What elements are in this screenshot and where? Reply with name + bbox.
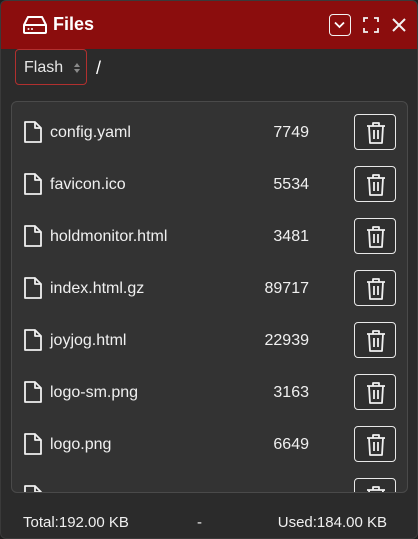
file-row[interactable]: joyjog.html 22939 xyxy=(12,310,407,362)
file-name[interactable]: index.html.gz xyxy=(50,280,144,298)
file-icon xyxy=(23,328,43,357)
file-size: 7749 xyxy=(273,124,309,141)
delete-file-button[interactable] xyxy=(354,114,396,150)
drive-icon xyxy=(23,15,47,35)
file-row[interactable]: config.yaml 7749 xyxy=(12,102,407,154)
window-title: Files xyxy=(53,14,95,34)
file-name[interactable]: config.yaml xyxy=(50,124,131,142)
file-icon xyxy=(23,172,43,201)
storage-select-value: Flash xyxy=(24,59,64,76)
storage-footer: Total:192.00 KB - Used:184.00 KB xyxy=(1,501,417,538)
file-name[interactable]: logo-sm.png xyxy=(50,384,138,402)
delete-file-button[interactable] xyxy=(354,218,396,254)
file-size: 6649 xyxy=(273,436,309,453)
file-size: 5534 xyxy=(273,176,309,193)
file-icon xyxy=(23,380,43,409)
delete-file-button[interactable] xyxy=(354,374,396,410)
file-size: 89717 xyxy=(264,280,310,297)
file-icon xyxy=(23,432,43,461)
file-icon xyxy=(23,276,43,305)
delete-file-button[interactable] xyxy=(354,478,396,492)
file-row[interactable] xyxy=(12,466,407,492)
footer-separator: - xyxy=(197,514,202,531)
select-arrows-icon xyxy=(73,61,81,79)
file-row[interactable]: holdmonitor.html 3481 xyxy=(12,206,407,258)
file-row[interactable]: index.html.gz 89717 xyxy=(12,258,407,310)
total-storage: Total:192.00 KB xyxy=(23,514,129,531)
storage-select[interactable]: Flash xyxy=(15,49,87,85)
files-panel: Files Flash / config.yaml 7749 favicon.ico… xyxy=(0,0,418,539)
maximize-button[interactable] xyxy=(361,14,383,36)
toolbar: Flash / xyxy=(1,49,417,99)
file-size: 3163 xyxy=(273,384,309,401)
file-name[interactable]: holdmonitor.html xyxy=(50,228,167,246)
collapse-button[interactable] xyxy=(329,14,351,36)
file-icon xyxy=(23,120,43,149)
titlebar: Files xyxy=(1,1,417,49)
file-name[interactable]: logo.png xyxy=(50,436,111,454)
file-size: 3481 xyxy=(273,228,309,245)
file-row[interactable]: logo.png 6649 xyxy=(12,414,407,466)
file-name[interactable]: favicon.ico xyxy=(50,176,126,194)
file-size: 22939 xyxy=(264,332,310,349)
file-name[interactable]: joyjog.html xyxy=(50,332,126,350)
current-path: / xyxy=(96,58,102,78)
file-list[interactable]: config.yaml 7749 favicon.ico 5534 holdmonito… xyxy=(11,101,408,493)
file-icon xyxy=(23,484,43,492)
delete-file-button[interactable] xyxy=(354,426,396,462)
close-button[interactable] xyxy=(389,14,411,36)
delete-file-button[interactable] xyxy=(354,322,396,358)
delete-file-button[interactable] xyxy=(354,166,396,202)
delete-file-button[interactable] xyxy=(354,270,396,306)
file-row[interactable]: logo-sm.png 3163 xyxy=(12,362,407,414)
file-row[interactable]: favicon.ico 5534 xyxy=(12,154,407,206)
file-icon xyxy=(23,224,43,253)
used-storage: Used:184.00 KB xyxy=(277,514,387,531)
